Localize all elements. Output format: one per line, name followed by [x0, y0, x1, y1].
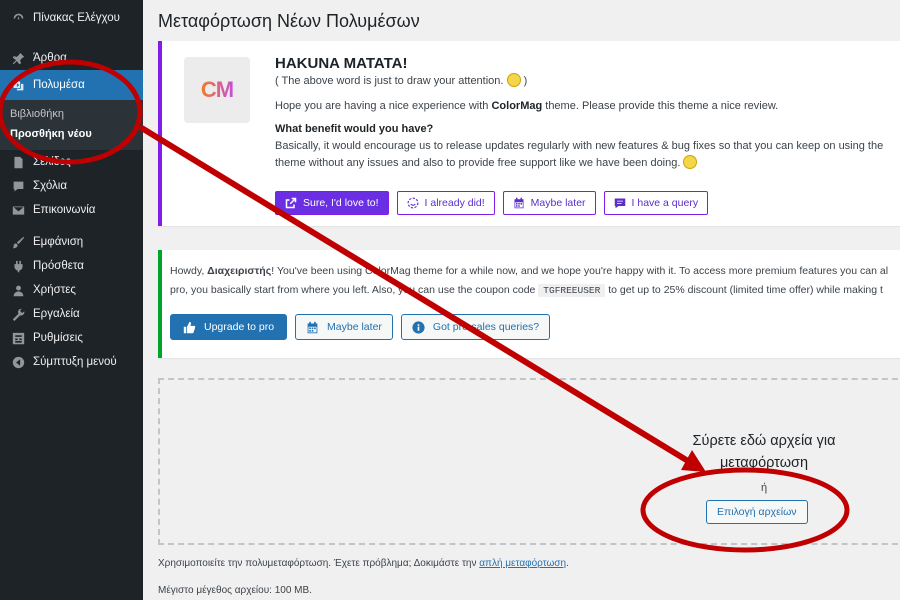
smiley-icon — [683, 155, 698, 169]
file-drop-zone[interactable]: Σύρετε εδώ αρχεία για μεταφόρτωση ή Επιλ… — [158, 378, 900, 545]
presales-queries-button[interactable]: Got pre-sales queries? — [400, 314, 551, 340]
drop-zone-instructions: Σύρετε εδώ αρχεία για μεταφόρτωση — [692, 433, 836, 471]
sidebar-item-label: Επικοινωνία — [33, 204, 96, 216]
sidebar-item-label: Πίνακας Ελέγχου — [33, 12, 120, 24]
smiley-icon — [506, 73, 521, 87]
message-icon — [614, 198, 625, 209]
sidebar-item-posts[interactable]: Άρθρα — [0, 46, 143, 70]
sidebar-item-pages[interactable]: Σελίδες — [0, 150, 143, 174]
notice-subtitle: ( The above word is just to draw your at… — [275, 73, 528, 87]
browser-uploader-link[interactable]: απλή μεταφόρτωση — [479, 558, 566, 569]
sidebar-item-label: Σελίδες — [33, 156, 71, 168]
submenu-library[interactable]: Βιβλιοθήκη — [0, 104, 143, 124]
review-notice: CM HAKUNA MATATA! ( The above word is ju… — [158, 41, 900, 226]
already-did-button[interactable]: I already did! — [396, 191, 495, 215]
upgrade-to-pro-button[interactable]: Upgrade to pro — [170, 314, 288, 340]
settings-icon — [10, 331, 26, 345]
collapse-icon — [10, 355, 26, 369]
sidebar-item-media[interactable]: Πολυμέσα — [0, 70, 143, 100]
upgrade-notice: Howdy, Διαχειριστής! You've been using C… — [158, 250, 900, 358]
calendar-icon — [307, 321, 318, 333]
mail-icon — [10, 203, 26, 217]
uploader-info: Χρησιμοποιείτε την πολυμεταφόρτωση. Έχετ… — [158, 558, 569, 569]
sidebar-item-comments[interactable]: Σχόλια — [0, 174, 143, 198]
sidebar-item-label: Σύμπτυξη μενού — [33, 356, 117, 368]
smile-icon — [407, 197, 418, 209]
notice-line: Hope you are having a nice experience wi… — [275, 100, 779, 112]
sidebar-collapse-menu[interactable]: Σύμπτυξη μενού — [0, 350, 143, 374]
main-content: Μεταφόρτωση Νέων Πολυμέσων CM HAKUNA MAT… — [143, 0, 900, 600]
brush-icon — [10, 235, 26, 249]
sidebar-item-appearance[interactable]: Εμφάνιση — [0, 230, 143, 254]
sidebar-item-label: Άρθρα — [33, 52, 67, 64]
media-icon — [10, 78, 26, 92]
media-submenu: Βιβλιοθήκη Προσθήκη νέου — [0, 100, 143, 150]
sure-button[interactable]: Sure, I'd love to! — [275, 191, 389, 215]
page-title: Μεταφόρτωση Νέων Πολυμέσων — [158, 11, 420, 31]
calendar-icon — [514, 197, 524, 209]
sidebar-item-users[interactable]: Χρήστες — [0, 278, 143, 302]
page-icon — [10, 155, 26, 169]
sidebar-item-label: Σχόλια — [33, 180, 67, 192]
admin-sidebar: Πίνακας Ελέγχου Άρθρα Πολυμέσα Βιβλιοθήκ… — [0, 0, 143, 600]
sidebar-item-label: Χρήστες — [33, 284, 76, 296]
sidebar-item-label: Ρυθμίσεις — [33, 332, 83, 344]
info-icon — [412, 320, 425, 334]
notice-title: HAKUNA MATATA! — [275, 55, 408, 72]
sidebar-item-contact[interactable]: Επικοινωνία — [0, 198, 143, 222]
sidebar-item-tools[interactable]: Εργαλεία — [0, 302, 143, 326]
external-link-icon — [285, 197, 297, 209]
colormag-logo: CM — [184, 57, 250, 123]
submenu-add-new[interactable]: Προσθήκη νέου — [0, 124, 143, 144]
users-icon — [10, 283, 26, 297]
comment-icon — [10, 179, 26, 193]
max-file-size: Μέγιστο μέγεθος αρχείου: 100 MB. — [158, 585, 312, 596]
notice-question: What benefit would you have? — [275, 123, 434, 135]
upgrade-notice-text: Howdy, Διαχειριστής! You've been using C… — [170, 265, 889, 297]
maybe-later-button[interactable]: Maybe later — [502, 191, 596, 215]
maybe-later-button-2[interactable]: Maybe later — [295, 314, 393, 340]
sidebar-item-label: Πολυμέσα — [33, 79, 85, 91]
sidebar-item-label: Πρόσθετα — [33, 260, 84, 272]
sidebar-item-label: Εμφάνιση — [33, 236, 84, 248]
sidebar-item-dashboard[interactable]: Πίνακας Ελέγχου — [0, 6, 143, 30]
select-files-button[interactable]: Επιλογή αρχείων — [706, 500, 808, 524]
sidebar-item-plugins[interactable]: Πρόσθετα — [0, 254, 143, 278]
plugin-icon — [10, 259, 26, 273]
query-button[interactable]: I have a query — [603, 191, 709, 215]
dashboard-icon — [10, 11, 26, 25]
sidebar-item-settings[interactable]: Ρυθμίσεις — [0, 326, 143, 350]
notice-body: Basically, it would encourage us to rele… — [275, 140, 884, 169]
sidebar-item-label: Εργαλεία — [33, 308, 80, 320]
coupon-code: TGFREEUSER — [538, 284, 606, 297]
drop-zone-or: ή — [760, 482, 768, 494]
pin-icon — [10, 51, 26, 65]
thumbs-up-icon — [183, 321, 196, 333]
wrench-icon — [10, 307, 26, 321]
